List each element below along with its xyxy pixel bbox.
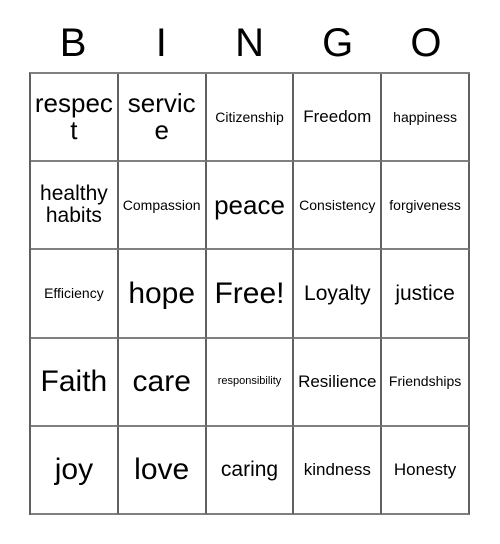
bingo-cell-label: hope <box>128 276 196 310</box>
bingo-cell-label: care <box>132 365 191 399</box>
bingo-cell[interactable]: caring <box>206 426 295 515</box>
bingo-cell-label: Faith <box>40 365 108 399</box>
bingo-cell[interactable]: justice <box>382 250 470 339</box>
bingo-cell-label: Efficiency <box>44 285 104 302</box>
bingo-header-letter-b: B <box>59 21 87 65</box>
bingo-grid: respect service Citizenship Freedom happines… <box>29 72 470 515</box>
bingo-cell[interactable]: Citizenship <box>206 74 295 163</box>
bingo-cell[interactable]: Loyalty <box>294 250 383 339</box>
bingo-cell[interactable]: happiness <box>382 74 470 163</box>
bingo-cell[interactable]: responsibility <box>206 338 295 427</box>
bingo-cell[interactable]: Consistency <box>294 162 383 251</box>
bingo-cell-label: Compassion <box>122 197 201 214</box>
bingo-cell-label: Resilience <box>298 371 377 391</box>
bingo-cell-label: Citizenship <box>215 108 284 125</box>
bingo-cell[interactable]: Freedom <box>294 74 383 163</box>
bingo-cell[interactable]: Efficiency <box>31 250 119 339</box>
bingo-cell[interactable]: healthy habits <box>31 162 119 251</box>
bingo-cell-label: caring <box>220 457 279 481</box>
bingo-header-letter-g: G <box>322 21 354 65</box>
bingo-cell[interactable]: Resilience <box>294 338 383 427</box>
bingo-header-letter-i: I <box>155 21 167 65</box>
bingo-cell-label: service <box>127 88 196 146</box>
bingo-cell[interactable]: love <box>118 426 207 515</box>
bingo-cell[interactable]: Faith <box>31 338 119 427</box>
bingo-cell[interactable]: joy <box>31 426 119 515</box>
bingo-cell-label: Friendships <box>388 373 462 390</box>
bingo-cell-label: kindness <box>303 460 371 480</box>
bingo-header-letter-n: N <box>235 21 264 65</box>
bingo-cell-label: Honesty <box>393 460 457 480</box>
bingo-cell[interactable]: care <box>118 338 207 427</box>
bingo-cell[interactable]: kindness <box>294 426 383 515</box>
bingo-cell-label: forgiveness <box>389 197 461 214</box>
bingo-cell-label: Free! <box>214 276 285 310</box>
bingo-cell-label: joy <box>54 453 94 487</box>
bingo-cell[interactable]: hope <box>118 250 207 339</box>
bingo-cell[interactable]: respect <box>31 74 119 163</box>
bingo-cell-label: respect <box>34 88 113 146</box>
bingo-header-row: B I N G O <box>29 14 470 72</box>
bingo-header-letter-o: O <box>410 21 442 65</box>
bingo-cell-label: peace <box>214 189 285 220</box>
bingo-cell[interactable]: Honesty <box>382 426 470 515</box>
bingo-cell-label: Consistency <box>299 197 376 214</box>
bingo-cell-label: love <box>134 453 190 487</box>
bingo-cell-label: Freedom <box>303 107 372 127</box>
bingo-cell-label: Loyalty <box>304 281 371 305</box>
bingo-cell[interactable]: Free! <box>206 250 295 339</box>
bingo-cell-label: happiness <box>393 108 457 125</box>
bingo-card: B I N G O respect service Citizenship Freed… <box>0 0 500 544</box>
bingo-cell[interactable]: Compassion <box>118 162 207 251</box>
bingo-cell[interactable]: service <box>118 74 207 163</box>
bingo-cell-label: healthy habits <box>40 182 108 228</box>
bingo-cell[interactable]: Friendships <box>382 338 470 427</box>
bingo-cell[interactable]: forgiveness <box>382 162 470 251</box>
bingo-cell-label: justice <box>395 281 455 305</box>
bingo-cell-label: responsibility <box>217 374 282 387</box>
bingo-cell[interactable]: peace <box>206 162 295 251</box>
